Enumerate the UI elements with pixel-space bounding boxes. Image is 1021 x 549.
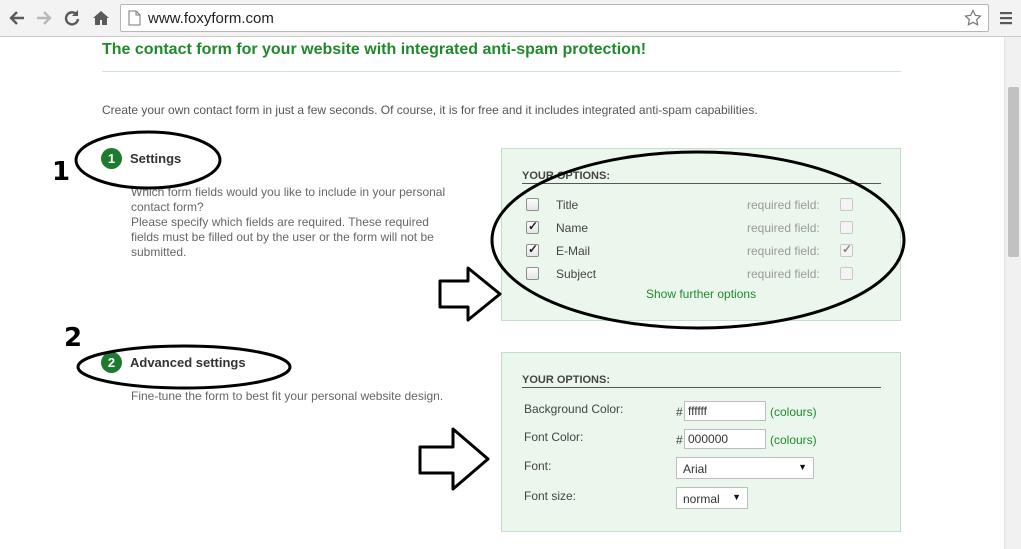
advanced-settings-title: Advanced settings bbox=[130, 355, 246, 370]
required-label: required field: bbox=[747, 267, 820, 281]
font-size-label: Font size: bbox=[524, 489, 577, 503]
field-label: E-Mail bbox=[556, 244, 591, 258]
reload-button[interactable] bbox=[61, 7, 83, 29]
font-color-input[interactable]: 000000 bbox=[684, 429, 766, 449]
require-subject-checkbox[interactable] bbox=[840, 267, 853, 280]
font-color-label: Font Color: bbox=[524, 430, 584, 444]
address-bar[interactable]: www.foxyform.com bbox=[120, 4, 989, 32]
field-label: Subject bbox=[556, 267, 597, 281]
headline-divider bbox=[102, 71, 901, 72]
page-icon bbox=[128, 10, 141, 26]
advanced-options-panel: YOUR OPTIONS: Background Color: # ffffff… bbox=[501, 352, 901, 532]
font-select[interactable]: Arial ▼ bbox=[676, 457, 814, 479]
page-content: The contact form for your website with i… bbox=[0, 37, 1004, 549]
advanced-settings-description: Fine-tune the form to best fit your pers… bbox=[131, 389, 444, 403]
include-title-checkbox[interactable] bbox=[526, 198, 539, 211]
include-subject-checkbox[interactable] bbox=[526, 267, 539, 280]
font-size-select-value: normal bbox=[683, 492, 720, 506]
settings-panel-title: YOUR OPTIONS: bbox=[522, 170, 881, 184]
scrollbar-thumb[interactable] bbox=[1008, 87, 1019, 257]
field-label: Title bbox=[556, 198, 579, 212]
settings-desc-line: fields must be filled out by the user or… bbox=[131, 230, 434, 244]
back-button[interactable] bbox=[6, 7, 28, 29]
font-label: Font: bbox=[524, 459, 552, 473]
hamburger-menu-icon bbox=[1000, 12, 1012, 25]
background-colours-link[interactable]: (colours) bbox=[770, 405, 817, 419]
include-email-checkbox[interactable] bbox=[526, 242, 539, 257]
dropdown-arrow-icon: ▼ bbox=[732, 492, 741, 502]
background-color-input[interactable]: ffffff bbox=[684, 401, 766, 421]
advanced-settings-heading: 2 Advanced settings bbox=[101, 352, 246, 373]
url-text: www.foxyform.com bbox=[148, 10, 274, 27]
font-size-select[interactable]: normal ▼ bbox=[676, 487, 748, 509]
field-row-email: E-Mail required field: bbox=[524, 242, 874, 260]
settings-desc-line: submitted. bbox=[131, 245, 187, 259]
show-further-options-link[interactable]: Show further options bbox=[646, 287, 756, 301]
settings-description: Which form fields would you like to incl… bbox=[131, 185, 471, 260]
field-row-title: Title required field: bbox=[524, 196, 874, 214]
vertical-scrollbar[interactable] bbox=[1004, 37, 1021, 549]
include-name-checkbox[interactable] bbox=[526, 219, 539, 234]
settings-desc-line: Which form fields would you like to incl… bbox=[131, 185, 446, 199]
settings-title: Settings bbox=[130, 151, 182, 166]
menu-button[interactable] bbox=[995, 7, 1017, 29]
field-row-name: Name required field: bbox=[524, 219, 874, 237]
back-arrow-icon bbox=[9, 11, 24, 25]
background-color-label: Background Color: bbox=[524, 402, 624, 416]
hash-symbol: # bbox=[676, 433, 683, 447]
forward-button[interactable] bbox=[33, 7, 55, 29]
step-1-badge: 1 bbox=[101, 148, 122, 169]
font-select-value: Arial bbox=[683, 462, 708, 476]
hash-symbol: # bbox=[676, 405, 683, 419]
settings-desc-line: contact form? bbox=[131, 200, 204, 214]
font-colours-link[interactable]: (colours) bbox=[770, 433, 817, 447]
advanced-panel-title: YOUR OPTIONS: bbox=[522, 374, 881, 388]
forward-arrow-icon bbox=[37, 11, 52, 25]
step-2-badge: 2 bbox=[101, 352, 122, 373]
required-label: required field: bbox=[747, 221, 820, 235]
settings-options-panel: YOUR OPTIONS: Title required field: Name… bbox=[501, 148, 901, 321]
field-label: Name bbox=[556, 221, 589, 235]
bookmark-star-icon[interactable] bbox=[964, 9, 982, 27]
reload-icon bbox=[64, 10, 80, 26]
require-title-checkbox[interactable] bbox=[840, 198, 853, 211]
browser-toolbar: www.foxyform.com bbox=[0, 0, 1021, 37]
required-label: required field: bbox=[747, 244, 820, 258]
field-row-subject: Subject required field: bbox=[524, 265, 874, 283]
require-name-checkbox[interactable] bbox=[840, 221, 853, 234]
home-button[interactable] bbox=[90, 7, 112, 29]
required-label: required field: bbox=[747, 198, 820, 212]
require-email-checkbox[interactable] bbox=[840, 242, 853, 257]
intro-text: Create your own contact form in just a f… bbox=[102, 103, 758, 117]
dropdown-arrow-icon: ▼ bbox=[798, 462, 807, 472]
settings-desc-line: Please specify which fields are required… bbox=[131, 215, 429, 229]
page-headline: The contact form for your website with i… bbox=[102, 41, 647, 58]
settings-heading: 1 Settings bbox=[101, 148, 181, 169]
home-icon bbox=[93, 11, 109, 25]
